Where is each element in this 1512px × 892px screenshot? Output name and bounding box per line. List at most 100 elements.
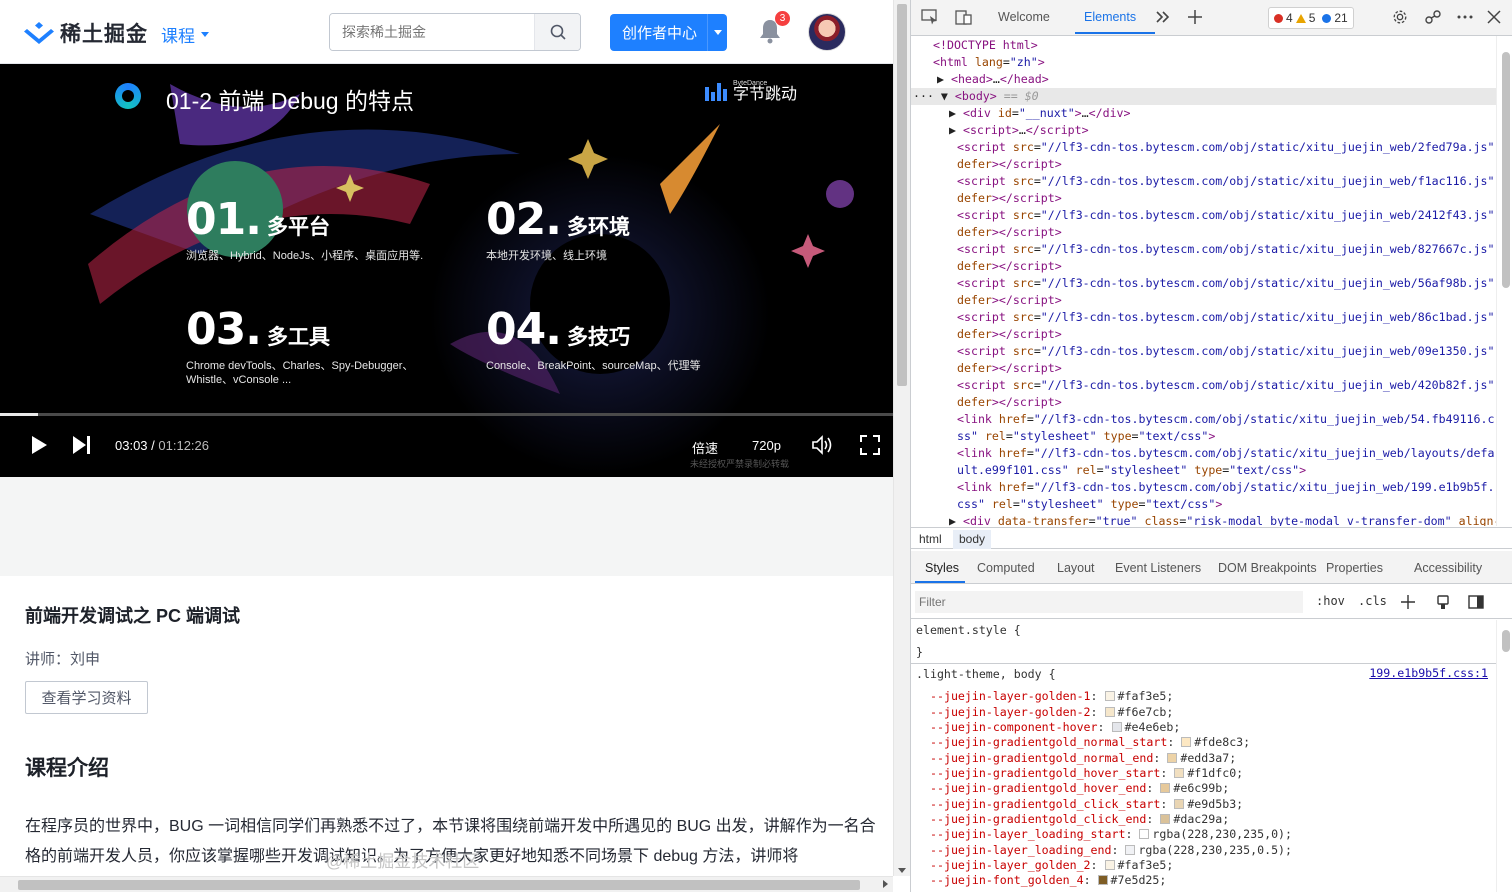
play-icon[interactable]: [32, 436, 47, 454]
dom-node[interactable]: <link href="//lf3-cdn-tos.bytescm.com/ob…: [911, 445, 1496, 462]
tab-accessibility[interactable]: Accessibility: [1414, 561, 1482, 575]
cls-toggle[interactable]: .cls: [1358, 594, 1387, 608]
dom-node[interactable]: ▶ <div data-transfer="true" class="risk-…: [911, 513, 1496, 526]
dom-node[interactable]: ▶ <script>…</script>: [911, 122, 1496, 139]
dom-tree[interactable]: <!DOCTYPE html> <html lang="zh"> ▶ <head…: [911, 36, 1496, 526]
css-variable[interactable]: --juejin-gradientgold_click_end: #dac29a…: [916, 811, 1229, 827]
intro-heading: 课程介绍: [25, 757, 109, 780]
css-variable[interactable]: --juejin-font_golden_4: #7e5d25;: [916, 872, 1166, 888]
page-vertical-scrollbar[interactable]: [893, 0, 910, 876]
stylesheet-source-link[interactable]: 199.e1b9b5f.css:1: [1369, 666, 1488, 680]
css-variable[interactable]: --juejin-layer-golden-2: #f6e7cb;: [916, 704, 1173, 720]
dom-node: defer></script>: [957, 259, 1062, 273]
dom-node[interactable]: <script src="//lf3-cdn-tos.bytescm.com/o…: [911, 275, 1496, 292]
dom-node: defer></script>: [957, 157, 1062, 171]
search-input[interactable]: [330, 14, 534, 50]
device-toolbar-icon[interactable]: [955, 9, 973, 25]
css-variable[interactable]: --juejin-layer-golden-1: #faf3e5;: [916, 688, 1173, 704]
hov-toggle[interactable]: :hov: [1316, 594, 1345, 608]
css-variable[interactable]: --juejin-gradientgold_normal_start: #fde…: [916, 734, 1250, 750]
tab-elements[interactable]: Elements: [1084, 10, 1136, 24]
logo-text: 稀土掘金: [60, 23, 148, 46]
dom-node[interactable]: <script src="//lf3-cdn-tos.bytescm.com/o…: [911, 139, 1496, 156]
tab-computed[interactable]: Computed: [977, 561, 1035, 575]
logo[interactable]: 稀土掘金: [24, 18, 148, 48]
bytedance-text: ByteDance 字节跳动: [733, 80, 798, 103]
dom-node[interactable]: ▶ <head>…</head>: [911, 71, 1496, 88]
style-rule-close: }: [916, 645, 923, 659]
bytedance-logo: ByteDance 字节跳动: [705, 80, 797, 103]
more-tabs-icon[interactable]: [1154, 9, 1172, 25]
dom-node[interactable]: <script src="//lf3-cdn-tos.bytescm.com/o…: [911, 343, 1496, 360]
css-variable[interactable]: --juejin-component-hover: #e4e6eb;: [916, 719, 1180, 735]
css-variable[interactable]: --juejin-gradientgold_hover_start: #f1df…: [916, 765, 1243, 781]
course-title: 前端开发调试之 PC 端调试: [25, 606, 241, 626]
more-options-icon[interactable]: [1456, 9, 1474, 25]
next-track-icon[interactable]: [73, 436, 91, 454]
breadcrumb-html[interactable]: html: [919, 532, 942, 546]
bytedance-bars-icon: [705, 82, 727, 101]
fullscreen-icon[interactable]: [860, 435, 880, 455]
dom-node[interactable]: <link href="//lf3-cdn-tos.bytescm.com/ob…: [911, 411, 1496, 428]
settings-gear-icon[interactable]: [1391, 9, 1409, 25]
tab-elements-indicator: [1075, 32, 1155, 34]
dom-node: defer></script>: [957, 395, 1062, 409]
tab-styles[interactable]: Styles: [925, 561, 959, 575]
slide-point-1: 01. 多平台 浏览器、Hybrid、NodeJs、小程序、桌面应用等.: [186, 194, 424, 262]
tab-welcome[interactable]: Welcome: [998, 10, 1050, 24]
connection-icon[interactable]: [1424, 9, 1442, 25]
dom-node[interactable]: <script src="//lf3-cdn-tos.bytescm.com/o…: [911, 207, 1496, 224]
video-time: 03:03 / 01:12:26: [115, 438, 209, 453]
dom-node[interactable]: <script src="//lf3-cdn-tos.bytescm.com/o…: [911, 173, 1496, 190]
tab-dom-breakpoints[interactable]: DOM Breakpoints: [1218, 561, 1317, 575]
dom-node: css" rel="stylesheet" type="text/css">: [957, 497, 1223, 511]
creator-center-button[interactable]: 创作者中心: [610, 14, 708, 51]
user-avatar[interactable]: [808, 13, 846, 51]
styles-filter-bar: :hov .cls: [911, 586, 1512, 619]
styles-pane[interactable]: element.style { } .light-theme, body { 1…: [911, 620, 1496, 892]
issue-counters[interactable]: 4 5 21: [1268, 7, 1354, 29]
inspect-element-icon[interactable]: [921, 9, 939, 25]
css-variable[interactable]: --juejin-gradientgold_hover_end: #e6c99b…: [916, 780, 1229, 796]
color-palette-icon[interactable]: [1435, 594, 1451, 610]
dom-node[interactable]: <!DOCTYPE html>: [911, 37, 1496, 54]
warning-icon: [1295, 13, 1306, 23]
video-progress-bar[interactable]: [0, 413, 893, 416]
close-icon[interactable]: [1485, 9, 1503, 25]
dom-node: defer></script>: [957, 327, 1062, 341]
quality-button[interactable]: 720p: [752, 438, 781, 453]
add-tab-icon[interactable]: [1186, 9, 1204, 25]
search-box: [329, 13, 581, 51]
css-variable[interactable]: --juejin-layer_golden_2: #faf3e5;: [916, 857, 1173, 873]
css-variable[interactable]: --juejin-gradientgold_click_start: #e9d5…: [916, 796, 1243, 812]
css-variable[interactable]: --juejin-gradientgold_normal_end: #edd3a…: [916, 750, 1236, 766]
dom-node[interactable]: <html lang="zh">: [911, 54, 1496, 71]
new-style-rule-icon[interactable]: [1400, 594, 1416, 610]
lecturer: 讲师：刘申: [25, 651, 101, 668]
page-horizontal-scrollbar[interactable]: [0, 876, 893, 892]
dom-node[interactable]: <script src="//lf3-cdn-tos.bytescm.com/o…: [911, 377, 1496, 394]
playback-speed-button[interactable]: 倍速: [692, 438, 718, 457]
styles-filter-input[interactable]: [915, 591, 1303, 613]
dom-tree-scrollbar[interactable]: [1496, 36, 1512, 526]
view-materials-button[interactable]: 查看学习资料: [25, 681, 148, 714]
video-player[interactable]: 01-2 前端 Debug 的特点 ByteDance 字节跳动 01. 多平台 …: [0, 64, 893, 477]
tab-layout[interactable]: Layout: [1057, 561, 1095, 575]
breadcrumb-body[interactable]: body: [953, 530, 992, 549]
dom-node[interactable]: <script src="//lf3-cdn-tos.bytescm.com/o…: [911, 309, 1496, 326]
tab-properties[interactable]: Properties: [1326, 561, 1383, 575]
dom-node[interactable]: <script src="//lf3-cdn-tos.bytescm.com/o…: [911, 241, 1496, 258]
dom-node[interactable]: ▶ <div id="__nuxt">…</div>: [911, 105, 1496, 122]
tab-event-listeners[interactable]: Event Listeners: [1115, 561, 1201, 575]
search-button[interactable]: [534, 14, 580, 50]
volume-icon[interactable]: [811, 435, 833, 455]
creator-dropdown-button[interactable]: [707, 14, 728, 51]
css-variable[interactable]: --juejin-layer_loading_start: rgba(228,2…: [916, 826, 1292, 842]
sidebar-toggle-icon[interactable]: [1468, 594, 1484, 610]
dom-node-selected[interactable]: ··· ▼ <body> == $0: [911, 88, 1496, 105]
error-icon: [1274, 13, 1283, 23]
dom-node[interactable]: <link href="//lf3-cdn-tos.bytescm.com/ob…: [911, 479, 1496, 496]
nav-course-menu[interactable]: 课程: [161, 22, 209, 47]
css-variable[interactable]: --juejin-layer_loading_end: rgba(228,230…: [916, 842, 1292, 858]
styles-pane-scrollbar[interactable]: [1496, 620, 1512, 892]
